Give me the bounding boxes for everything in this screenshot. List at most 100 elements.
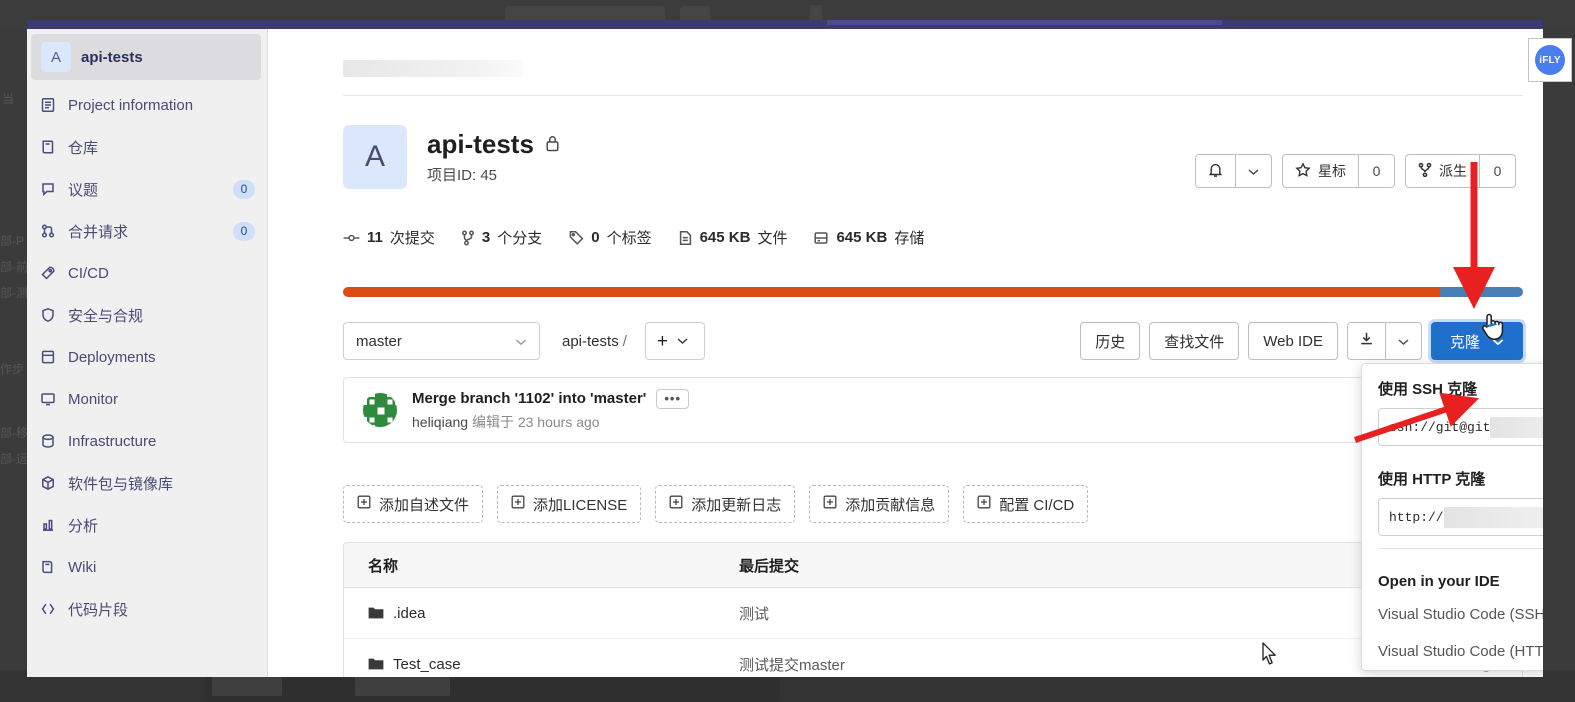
chevron-down-icon xyxy=(677,332,688,350)
add-contribution-button[interactable]: 添加贡献信息 xyxy=(809,485,950,523)
sidebar-item-label: 仓库 xyxy=(68,139,99,157)
file-list-table: 名称 最后提交 .idea 测试 Test_case 测试提交master xyxy=(343,542,1523,677)
sidebar-item-analytics[interactable]: 分析 xyxy=(27,504,267,546)
language-segment-secondary xyxy=(1440,287,1523,297)
notification-button[interactable] xyxy=(1195,154,1236,188)
sidebar-item-deployments[interactable]: Deployments xyxy=(27,336,267,378)
stat-branches[interactable]: 3 个分支 xyxy=(461,227,542,248)
download-button[interactable] xyxy=(1347,322,1386,360)
shield-icon xyxy=(40,307,56,323)
download-dropdown-button[interactable] xyxy=(1386,322,1422,360)
table-row[interactable]: Test_case 测试提交master 23 hours ago xyxy=(344,639,1522,677)
http-url-redacted xyxy=(1443,506,1543,528)
web-ide-button[interactable]: Web IDE xyxy=(1248,322,1338,360)
backdrop-ghost-text: 部-移 xyxy=(0,426,28,440)
package-icon xyxy=(40,475,56,491)
sidebar-item-badge: 0 xyxy=(233,179,255,199)
add-readme-button[interactable]: 添加自述文件 xyxy=(343,485,484,523)
plus-square-icon xyxy=(977,495,991,513)
vscode-https-item[interactable]: Visual Studio Code (HTTPS) xyxy=(1362,633,1543,670)
clone-button[interactable]: 克隆 xyxy=(1431,322,1523,360)
sidebar-project-header[interactable]: A api-tests xyxy=(31,34,261,80)
sidebar-item-badge: 0 xyxy=(233,221,255,241)
fork-button[interactable]: 派生 xyxy=(1405,154,1480,188)
tag-icon xyxy=(568,230,584,246)
configure-cicd-button[interactable]: 配置 CI/CD xyxy=(963,485,1089,523)
sidebar-item-label: Deployments xyxy=(68,348,156,366)
add-license-button[interactable]: 添加LICENSE xyxy=(497,485,642,523)
commit-author[interactable]: heliqiang xyxy=(412,414,468,430)
column-header-last-commit: 最后提交 xyxy=(739,557,800,575)
snippet-icon xyxy=(40,601,56,617)
add-to-repo-button[interactable]: + xyxy=(644,322,705,360)
sidebar-item-repository[interactable]: 仓库 xyxy=(27,126,267,168)
sidebar-item-label: Infrastructure xyxy=(68,432,157,450)
taskbar-item[interactable] xyxy=(355,676,450,696)
file-name: Test_case xyxy=(393,655,461,673)
fork-icon xyxy=(1418,162,1432,181)
avatar xyxy=(362,392,398,428)
stat-commits[interactable]: 11 次提交 xyxy=(343,227,435,248)
quick-action-label: 配置 CI/CD xyxy=(999,496,1075,514)
plus-square-icon xyxy=(823,495,837,513)
taskbar-item[interactable] xyxy=(212,676,282,696)
sidebar-item-snippets[interactable]: 代码片段 xyxy=(27,588,267,630)
backdrop-ghost-text: 作步 xyxy=(0,362,25,376)
page-title: api-tests xyxy=(427,129,561,160)
chevron-down-icon xyxy=(1492,333,1504,350)
quick-action-label: 添加更新日志 xyxy=(691,496,782,514)
clone-dropdown-panel: 使用 SSH 克隆 ssh://git@git com:22 使用 HTTP xyxy=(1361,363,1543,671)
sidebar-item-infrastructure[interactable]: Infrastructure xyxy=(27,420,267,462)
breadcrumb-separator: / xyxy=(622,332,627,350)
info-icon xyxy=(40,97,56,113)
http-url-input[interactable]: http:// a.com:81/te xyxy=(1379,499,1543,535)
vscode-ssh-item[interactable]: Visual Studio Code (SSH) xyxy=(1362,596,1543,633)
repository-icon xyxy=(40,139,56,155)
chevron-down-icon xyxy=(1398,333,1409,350)
commit-more-button[interactable]: ••• xyxy=(656,388,690,409)
sidebar-item-project-information[interactable]: Project information xyxy=(27,84,267,126)
chevron-down-icon xyxy=(1248,163,1259,179)
fork-count[interactable]: 0 xyxy=(1480,154,1516,188)
merge-request-icon xyxy=(40,223,56,239)
sidebar-item-wiki[interactable]: Wiki xyxy=(27,546,267,588)
stat-value: 645 KB xyxy=(699,229,751,246)
commit-message-row: Merge branch '1102' into 'master' ••• xyxy=(412,388,690,409)
table-row[interactable]: .idea 测试 xyxy=(344,588,1522,639)
bell-icon xyxy=(1208,162,1223,181)
stat-value: 3 xyxy=(481,229,491,246)
sidebar-item-cicd[interactable]: CI/CD xyxy=(27,252,267,294)
sidebar-item-issues[interactable]: 议题 0 xyxy=(27,168,267,210)
chevron-down-icon xyxy=(515,333,527,350)
file-name-cell[interactable]: Test_case xyxy=(344,656,739,673)
commit-time: 23 hours ago xyxy=(517,413,600,430)
language-bar[interactable] xyxy=(343,287,1523,297)
notification-dropdown-button[interactable] xyxy=(1236,154,1272,188)
sidebar-item-packages[interactable]: 软件包与镜像库 xyxy=(27,462,267,504)
breadcrumb-project[interactable]: api-tests xyxy=(562,333,619,350)
star-button[interactable]: 星标 xyxy=(1282,154,1359,188)
stat-tags[interactable]: 0 个标签 xyxy=(568,227,652,248)
star-count[interactable]: 0 xyxy=(1359,154,1395,188)
sidebar-item-merge-requests[interactable]: 合并请求 0 xyxy=(27,210,267,252)
project-sidebar: A api-tests Project information 仓库 议题 0 … xyxy=(27,29,268,677)
stat-storage: 645 KB 存储 xyxy=(813,227,924,248)
ssh-clone-field: ssh://git@git com:22 xyxy=(1378,408,1543,446)
sidebar-item-monitor[interactable]: Monitor xyxy=(27,378,267,420)
sidebar-project-avatar: A xyxy=(41,42,71,72)
sidebar-item-label: 安全与合规 xyxy=(68,307,144,325)
history-button[interactable]: 历史 xyxy=(1080,322,1141,360)
branch-selector[interactable]: master xyxy=(343,322,540,360)
find-file-button[interactable]: 查找文件 xyxy=(1149,322,1240,360)
sidebar-item-security[interactable]: 安全与合规 xyxy=(27,294,267,336)
file-name-cell[interactable]: .idea xyxy=(344,605,739,622)
download-split-button xyxy=(1347,322,1422,360)
quick-action-label: 添加贡献信息 xyxy=(845,496,936,514)
plus-icon: + xyxy=(656,330,668,352)
header-actions: 星标 0 派生 0 xyxy=(1195,154,1516,188)
ifly-widget[interactable]: iFLY xyxy=(1528,38,1572,82)
book-icon xyxy=(40,559,56,575)
add-changelog-button[interactable]: 添加更新日志 xyxy=(655,485,796,523)
commit-message[interactable]: Merge branch '1102' into 'master' xyxy=(412,390,646,407)
ssh-url-input[interactable]: ssh://git@git com:22 xyxy=(1379,409,1543,445)
